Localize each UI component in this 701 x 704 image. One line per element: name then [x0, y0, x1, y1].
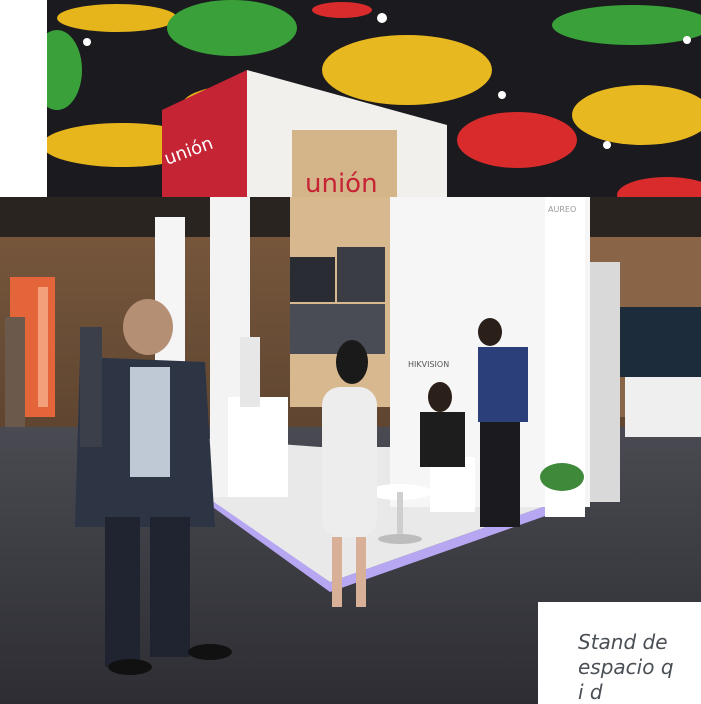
caption-line-3: i d [578, 680, 603, 704]
caption-line-1: Stand de [578, 630, 668, 654]
sign-hikvision: HIKVISION [408, 360, 449, 369]
caption-box: Stand de espacio q i d [538, 602, 701, 704]
caption-line-2: espacio q [578, 655, 674, 679]
caption-text: Stand de espacio q i d [538, 602, 701, 704]
ceiling-photo: unión unión [47, 0, 701, 200]
sign-aureo: AUREO [548, 205, 576, 214]
booth-wall-logo: unión [305, 169, 378, 199]
